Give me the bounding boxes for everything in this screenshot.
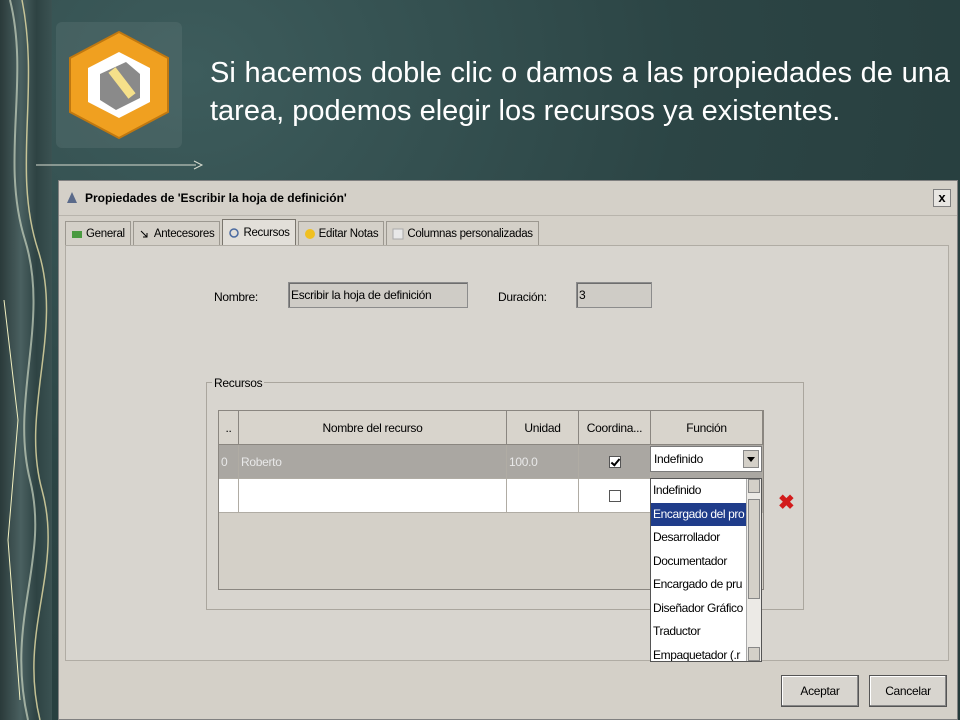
chevron-down-icon[interactable]	[743, 450, 759, 468]
resources-icon	[229, 227, 240, 238]
unit-cell[interactable]	[507, 479, 579, 513]
table-header: .. Nombre del recurso Unidad Coordina...…	[219, 411, 763, 445]
app-icon	[67, 192, 77, 203]
tab-antecesores[interactable]: Antecesores	[132, 221, 221, 245]
accept-button[interactable]: Aceptar	[781, 675, 859, 707]
cancel-button[interactable]: Cancelar	[869, 675, 947, 707]
coordinator-cell	[579, 445, 651, 479]
tab-general[interactable]: General	[65, 221, 131, 245]
arrow-icon	[140, 230, 148, 237]
unit-cell[interactable]: 100.0	[507, 445, 579, 479]
row-id: 0	[219, 445, 239, 479]
column-header[interactable]: Unidad	[507, 411, 579, 445]
dropdown-option[interactable]: Empaquetador (.r	[651, 644, 747, 662]
dropdown-option[interactable]: Traductor	[651, 620, 747, 644]
coordinator-checkbox[interactable]	[608, 489, 621, 502]
arrow-line-icon	[36, 160, 204, 170]
scroll-down-icon[interactable]	[748, 647, 760, 661]
dropdown-option[interactable]: Indefinido	[651, 479, 747, 503]
column-header[interactable]: Función	[651, 411, 763, 445]
function-dropdown-list: Indefinido Encargado del pro Desarrollad…	[650, 478, 762, 662]
duration-label: Duración:	[498, 290, 547, 304]
function-combo[interactable]: Indefinido	[650, 446, 762, 472]
name-label: Nombre:	[214, 290, 258, 304]
dropdown-option[interactable]: Documentador	[651, 550, 747, 574]
tab-bar: General Antecesores Recursos Editar Nota…	[65, 219, 541, 245]
delete-icon[interactable]: ✖	[778, 490, 795, 515]
notes-icon	[304, 228, 315, 239]
dropdown-option[interactable]: Encargado de pru	[651, 573, 747, 597]
dialog-title: Propiedades de 'Escribir la hoja de defi…	[85, 191, 347, 205]
column-header[interactable]: ..	[219, 411, 239, 445]
tab-columnas-personalizadas[interactable]: Columnas personalizadas	[386, 221, 539, 245]
name-field[interactable]: Escribir la hoja de definición	[288, 282, 468, 308]
tab-editar-notas[interactable]: Editar Notas	[297, 221, 385, 245]
dialog-titlebar: Propiedades de 'Escribir la hoja de defi…	[59, 181, 957, 216]
close-button[interactable]: x	[933, 189, 951, 207]
resources-panel: Nombre: Escribir la hoja de definición D…	[65, 245, 949, 662]
decorative-strip	[0, 0, 52, 720]
row-id	[219, 479, 239, 513]
column-header[interactable]: Coordina...	[579, 411, 651, 445]
scroll-up-icon[interactable]	[748, 479, 760, 493]
resource-name-cell[interactable]: Roberto	[239, 445, 507, 479]
dropdown-option[interactable]: Diseñador Gráfico	[651, 597, 747, 621]
dropdown-option[interactable]: Encargado del pro	[651, 502, 747, 526]
coordinator-cell	[579, 479, 651, 513]
combo-value: Indefinido	[654, 452, 704, 466]
duration-field[interactable]: 3	[576, 282, 652, 308]
dropdown-scrollbar[interactable]	[746, 479, 761, 661]
dropdown-option[interactable]: Desarrollador	[651, 526, 747, 550]
properties-dialog: Propiedades de 'Escribir la hoja de defi…	[58, 180, 958, 720]
slide-caption: Si hacemos doble clic o damos a las prop…	[210, 57, 950, 127]
resource-name-cell[interactable]	[239, 479, 507, 513]
tab-recursos[interactable]: Recursos	[222, 219, 296, 245]
columns-icon	[392, 228, 404, 239]
logo-icon	[56, 22, 182, 148]
column-header[interactable]: Nombre del recurso	[239, 411, 507, 445]
general-icon	[72, 230, 82, 238]
scrollbar-thumb[interactable]	[748, 499, 760, 599]
resources-group-title: Recursos	[212, 376, 265, 390]
coordinator-checkbox[interactable]	[608, 455, 621, 468]
